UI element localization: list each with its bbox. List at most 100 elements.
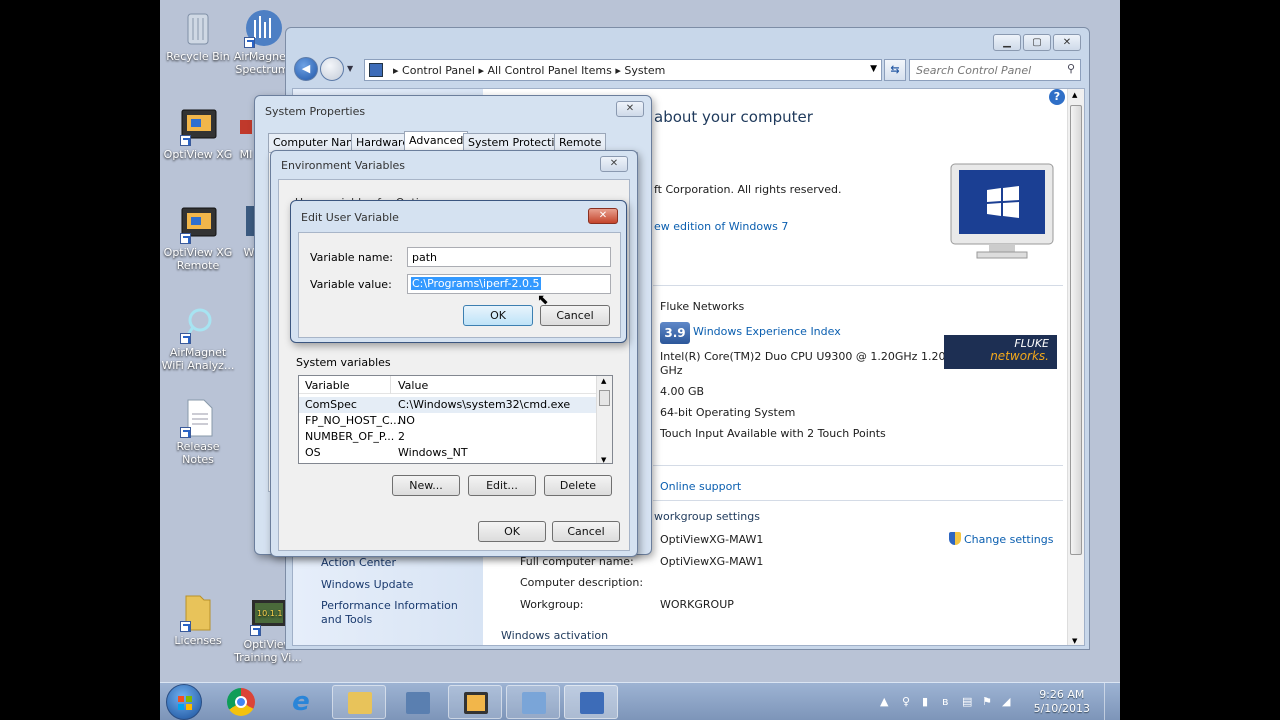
clock[interactable]: 9:26 AM 5/10/2013 — [1034, 688, 1090, 716]
internet-explorer-taskbar-icon[interactable]: e — [286, 687, 316, 717]
scroll-thumb[interactable] — [599, 390, 610, 406]
forward-button[interactable] — [320, 57, 344, 81]
minimize-button[interactable]: ▁ — [993, 34, 1021, 51]
edit-button[interactable]: Edit... — [468, 475, 536, 496]
delete-button[interactable]: Delete — [544, 475, 612, 496]
battery-icon[interactable]: ▮ — [922, 695, 932, 708]
desktop-icon-recycle-bin[interactable]: Recycle Bin — [160, 8, 236, 63]
action-center-flag-icon[interactable]: ⚑ — [982, 695, 992, 708]
show-hidden-icons[interactable]: ▲ — [880, 695, 890, 708]
row-variable: ComSpec — [305, 398, 357, 411]
back-button[interactable]: ◀ — [294, 57, 318, 81]
variable-value-input[interactable]: C:\Programs\iperf-2.0.5 — [407, 274, 611, 294]
network-signal-icon[interactable]: ◢ — [1002, 695, 1016, 708]
breadcrumb-control-panel[interactable]: Control Panel — [402, 64, 475, 77]
ok-button[interactable]: OK — [463, 305, 533, 326]
close-button[interactable]: ✕ — [616, 101, 644, 117]
close-button[interactable]: ✕ — [600, 156, 628, 172]
cancel-button[interactable]: Cancel — [540, 305, 610, 326]
new-button[interactable]: New... — [392, 475, 460, 496]
link-action-center[interactable]: Action Center — [321, 556, 396, 570]
dialog-title: System Properties — [265, 105, 366, 118]
address-bar[interactable]: ▸ Control Panel ▸ All Control Panel Item… — [364, 59, 882, 81]
table-row[interactable]: NUMBER_OF_P... 2 — [299, 429, 596, 445]
search-input[interactable]: Search Control Panel ⚲ — [909, 59, 1081, 81]
dialog-title: Edit User Variable — [301, 211, 399, 224]
manufacturer-value: Fluke Networks — [660, 300, 745, 313]
close-button[interactable]: ✕ — [1053, 34, 1081, 51]
scroll-thumb[interactable] — [1070, 105, 1082, 555]
scroll-down-icon[interactable]: ▼ — [1072, 637, 1077, 645]
variable-name-label: Variable name: — [310, 251, 393, 264]
dialog-body: Variable name: path Variable value: C:\P… — [298, 232, 621, 338]
keyboard-icon[interactable]: ▤ — [962, 695, 972, 708]
memory-value: 4.00 GB — [660, 385, 705, 398]
address-dropdown-icon[interactable]: ▼ — [870, 64, 877, 74]
desktop: Recycle Bin AirMagnet Spectrum OptiView … — [160, 0, 1120, 720]
table-row[interactable]: ComSpec C:\Windows\system32\cmd.exe — [299, 397, 596, 413]
maximize-button[interactable]: ▢ — [1023, 34, 1051, 51]
change-settings-link[interactable]: Change settings — [964, 533, 1053, 546]
clock-date: 5/10/2013 — [1033, 702, 1090, 715]
description-label: Computer description: — [520, 576, 644, 589]
refresh-icon[interactable]: ⇆ — [884, 59, 906, 81]
control-panel-taskbar-button[interactable] — [506, 685, 560, 719]
system-properties-taskbar-button[interactable] — [564, 685, 618, 719]
new-edition-link[interactable]: ew edition of Windows 7 — [654, 220, 788, 233]
link-performance-info[interactable]: Performance Information and Tools — [321, 599, 481, 627]
desktop-icon-licenses[interactable]: Licenses — [160, 592, 236, 647]
explorer-taskbar-button[interactable] — [332, 685, 386, 719]
start-button[interactable] — [166, 684, 202, 720]
system-type-value: 64-bit Operating System — [660, 406, 796, 419]
recent-pages-dropdown[interactable]: ▼ — [347, 64, 353, 73]
tab-advanced[interactable]: Advanced — [404, 131, 469, 152]
microphone-icon[interactable]: ♀ — [902, 695, 912, 708]
search-icon[interactable]: ⚲ — [1067, 62, 1075, 75]
table-row[interactable]: FP_NO_HOST_C... NO — [299, 413, 596, 429]
vertical-scrollbar[interactable]: ▲ ▼ — [1067, 89, 1084, 645]
desktop-icon-optiview-xg[interactable]: OptiView XG — [160, 106, 236, 161]
column-header-value[interactable]: Value — [398, 379, 428, 392]
row-variable: FP_NO_HOST_C... — [305, 414, 401, 427]
workgroup-value: WORKGROUP — [660, 598, 734, 611]
scroll-down-icon[interactable]: ▼ — [601, 456, 606, 463]
online-support-link[interactable]: Online support — [660, 480, 741, 493]
desktop-icon-label: Licenses — [174, 634, 222, 647]
workgroup-label: Workgroup: — [520, 598, 584, 611]
network-taskbar-button[interactable] — [390, 685, 444, 719]
experience-index-link[interactable]: Windows Experience Index — [693, 325, 841, 338]
breadcrumb-system[interactable]: System — [624, 64, 665, 77]
spectrum-analyzer-icon — [242, 8, 282, 48]
desktop-icon-label: AirMagnet WiFi Analyz... — [161, 346, 235, 372]
variable-name-input[interactable]: path — [407, 247, 611, 267]
breadcrumb-all-items[interactable]: All Control Panel Items — [488, 64, 612, 77]
right-letterbox — [1120, 0, 1280, 720]
list-scrollbar[interactable]: ▲ ▼ — [596, 376, 612, 463]
help-icon[interactable]: ? — [1049, 89, 1065, 105]
desktop-icon-release-notes[interactable]: Release Notes — [160, 398, 236, 466]
breadcrumb-separator: ▸ — [393, 64, 403, 77]
column-header-variable[interactable]: Variable — [305, 379, 350, 392]
desktop-icon-airmagnet-wifi[interactable]: AirMagnet WiFi Analyz... — [160, 304, 236, 372]
dialog-title: Environment Variables — [281, 159, 406, 172]
bluetooth-icon[interactable]: ʙ — [942, 695, 952, 708]
desktop-icon-optiview-xg-remote[interactable]: OptiView XG Remote — [160, 204, 236, 272]
optiview-xg-icon — [178, 106, 218, 146]
column-divider — [390, 376, 391, 394]
scroll-up-icon[interactable]: ▲ — [601, 377, 606, 385]
fluke-networks-logo: FLUKE networks. — [944, 335, 1057, 369]
ok-button[interactable]: OK — [478, 521, 546, 542]
computer-name-value: OptiViewXG-MAW1 — [660, 533, 764, 546]
chrome-taskbar-icon[interactable] — [227, 688, 255, 716]
cancel-button[interactable]: Cancel — [552, 521, 620, 542]
divider — [653, 500, 1063, 501]
optiview-taskbar-button[interactable] — [448, 685, 502, 719]
optiview-icon — [464, 692, 488, 714]
scroll-up-icon[interactable]: ▲ — [1072, 91, 1077, 99]
table-row[interactable]: OS Windows_NT — [299, 445, 596, 461]
system-variables-list[interactable]: Variable Value ComSpec C:\Windows\system… — [298, 375, 613, 464]
close-button[interactable]: ✕ — [588, 208, 618, 224]
wifi-analyzer-icon — [178, 304, 218, 344]
link-windows-update[interactable]: Windows Update — [321, 578, 413, 592]
show-desktop-button[interactable] — [1104, 683, 1120, 720]
